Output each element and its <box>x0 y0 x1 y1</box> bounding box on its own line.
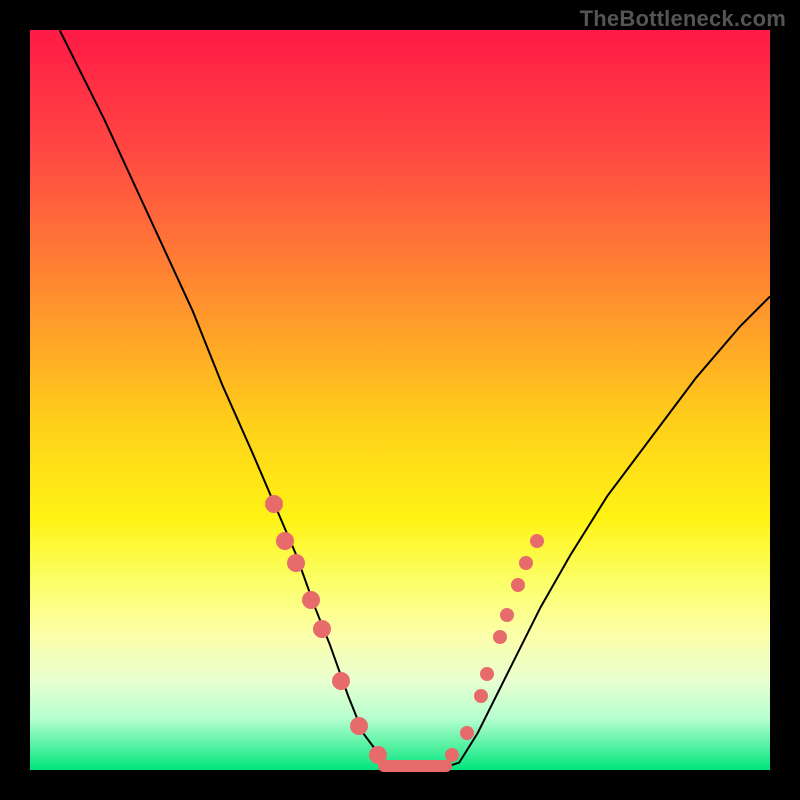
curve-marker <box>519 556 533 570</box>
bottleneck-curve <box>30 30 770 770</box>
watermark-text: TheBottleneck.com <box>580 6 786 32</box>
curve-marker <box>530 534 544 548</box>
curve-marker <box>460 726 474 740</box>
plot-area <box>30 30 770 770</box>
curve-marker <box>493 630 507 644</box>
curve-marker <box>265 495 283 513</box>
optimal-range-band <box>378 760 452 772</box>
curve-marker <box>276 532 294 550</box>
curve-marker <box>500 608 514 622</box>
chart-frame: TheBottleneck.com <box>0 0 800 800</box>
curve-marker <box>350 717 368 735</box>
curve-marker <box>332 672 350 690</box>
curve-marker <box>302 591 320 609</box>
